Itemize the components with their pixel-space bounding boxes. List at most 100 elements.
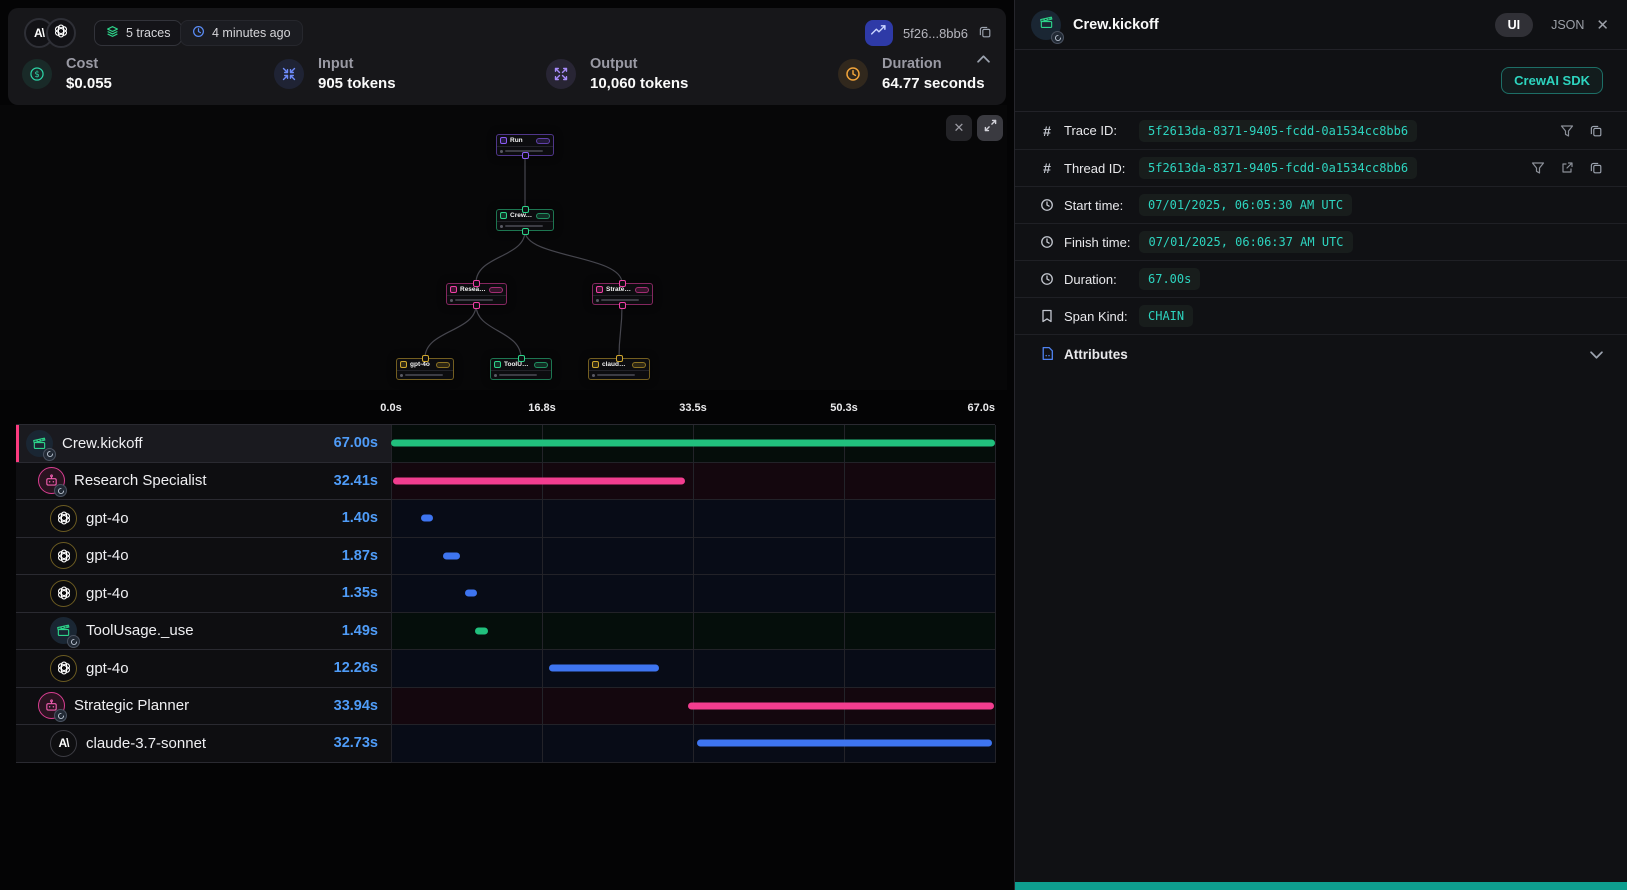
trace-chart-button[interactable]	[865, 20, 893, 46]
span-bar[interactable]	[391, 440, 995, 447]
gridline	[844, 425, 845, 763]
node-connector	[522, 206, 529, 213]
span-bar[interactable]	[697, 740, 992, 747]
stat-label: Duration	[882, 56, 985, 72]
span-name: gpt-4o	[86, 660, 129, 677]
gridline	[995, 425, 996, 763]
field-label: Span Kind:	[1064, 309, 1130, 324]
span-duration: 1.87s	[342, 548, 378, 564]
hash-icon: #	[1039, 160, 1055, 176]
stat-label: Output	[590, 56, 688, 72]
clapper-icon	[494, 361, 501, 368]
waterfall-axis: 0.0s16.8s33.5s50.3s67.0s	[16, 398, 995, 424]
graph-node-label: claude-3.7-sonnet	[602, 361, 629, 368]
panel-close-button[interactable]: ✕	[1596, 16, 1609, 34]
traces-count-badge[interactable]: 5 traces	[94, 20, 182, 46]
graph-node-label: Run	[510, 137, 523, 144]
field-row: # Trace ID: 5f2613da-8371-9405-fcdd-0a15…	[1015, 112, 1627, 149]
stat-label: Input	[318, 56, 396, 72]
span-bar[interactable]	[475, 627, 488, 634]
collapse-chevron-icon[interactable]	[977, 50, 990, 68]
span-duration: 32.73s	[334, 735, 378, 751]
openai-icon	[50, 580, 77, 607]
span-bar[interactable]	[465, 590, 477, 597]
span-bar[interactable]	[393, 477, 685, 484]
graph-node-label: ToolUsage._use	[504, 361, 531, 368]
node-duration-badge	[436, 362, 450, 368]
spark-icon	[500, 137, 507, 144]
arrows-out-icon	[546, 59, 576, 89]
stat-output: Output 10,060 tokens	[546, 56, 688, 92]
waterfall-row[interactable]: gpt-4o 12.26s	[16, 650, 995, 688]
graph-expand-button[interactable]	[977, 115, 1003, 141]
tab-json[interactable]: JSON	[1551, 18, 1584, 32]
external-link-button[interactable]	[1560, 161, 1574, 175]
field-value: 67.00s	[1139, 268, 1200, 290]
copy-button[interactable]	[1589, 124, 1603, 138]
openai-icon	[50, 505, 77, 532]
waterfall-row[interactable]: gpt-4o 1.87s	[16, 538, 995, 576]
stat-cost: $ Cost $0.055	[22, 56, 112, 92]
trace-main-area: A\ 5 traces 4 minutes ago 5f26...8bb6 $ …	[0, 0, 1007, 890]
field-value: 07/01/2025, 06:05:30 AM UTC	[1139, 194, 1352, 216]
field-value: CHAIN	[1139, 305, 1193, 327]
gridline	[391, 425, 392, 763]
span-title: Crew.kickoff	[1073, 17, 1159, 33]
waterfall-row[interactable]: Crew.kickoff 67.00s	[16, 425, 995, 463]
span-bar[interactable]	[421, 515, 434, 522]
span-detail-header: Crew.kickoff UI JSON ✕	[1015, 0, 1627, 49]
waterfall-row[interactable]: gpt-4o 1.40s	[16, 500, 995, 538]
waterfall-row[interactable]: Research Specialist 32.41s	[16, 463, 995, 501]
waterfall-row[interactable]: gpt-4o 1.35s	[16, 575, 995, 613]
waterfall-row[interactable]: ToolUsage._use 1.49s	[16, 613, 995, 651]
span-name: Strategic Planner	[74, 697, 189, 714]
execution-graph: Run Crew.kickoff Research Specialist Str…	[0, 105, 1007, 390]
stat-value: 64.77 seconds	[882, 75, 985, 92]
span-bar[interactable]	[549, 665, 660, 672]
gridline	[693, 425, 694, 763]
graph-node-label: Strategic Planner	[606, 286, 632, 293]
anthropic-icon	[592, 361, 599, 368]
panel-tabs: UI JSON	[1495, 13, 1585, 37]
trace-header-card: A\ 5 traces 4 minutes ago 5f26...8bb6 $ …	[8, 8, 1006, 105]
node-duration-badge	[536, 138, 550, 144]
axis-tick: 33.5s	[679, 402, 707, 414]
axis-tick: 0.0s	[380, 402, 401, 414]
span-name: Crew.kickoff	[62, 435, 143, 452]
span-duration: 12.26s	[334, 660, 378, 676]
copy-button[interactable]	[1589, 161, 1603, 175]
field-row: Start time: 07/01/2025, 06:05:30 AM UTC	[1015, 186, 1627, 223]
axis-tick: 50.3s	[830, 402, 858, 414]
filter-button[interactable]	[1531, 161, 1545, 175]
node-connector	[473, 280, 480, 287]
span-duration: 67.00s	[334, 435, 378, 451]
span-bar[interactable]	[688, 702, 994, 709]
filter-button[interactable]	[1560, 124, 1574, 138]
graph-node-label: gpt-4o	[410, 361, 430, 368]
field-label: Trace ID:	[1064, 123, 1130, 138]
agentops-badge-icon	[1051, 31, 1064, 44]
field-label: Finish time:	[1064, 235, 1130, 250]
stat-value: 10,060 tokens	[590, 75, 688, 92]
crewai-icon	[1031, 10, 1061, 40]
graph-close-button[interactable]: ✕	[946, 115, 972, 141]
chevron-down-icon	[1590, 346, 1603, 364]
tab-ui[interactable]: UI	[1495, 13, 1534, 37]
attributes-label: Attributes	[1064, 347, 1128, 362]
axis-tick: 67.0s	[967, 402, 995, 414]
node-duration-badge	[534, 362, 548, 368]
field-value: 5f2613da-8371-9405-fcdd-0a1534cc8bb6	[1139, 120, 1417, 142]
span-duration: 33.94s	[334, 698, 378, 714]
waterfall-row[interactable]: Strategic Planner 33.94s	[16, 688, 995, 726]
span-bar[interactable]	[443, 552, 460, 559]
waterfall-rows: Crew.kickoff 67.00s Research Specialist …	[16, 424, 995, 763]
openai-icon	[50, 655, 77, 682]
attributes-section-toggle[interactable]: Attributes	[1015, 334, 1627, 374]
waterfall-chart: 0.0s16.8s33.5s50.3s67.0s Crew.kickoff 67…	[16, 398, 995, 763]
copy-trace-id-button[interactable]	[978, 25, 992, 42]
trace-header-row: A\ 5 traces 4 minutes ago 5f26...8bb6	[16, 18, 998, 48]
span-fields: # Trace ID: 5f2613da-8371-9405-fcdd-0a15…	[1015, 112, 1627, 334]
node-connector	[518, 355, 525, 362]
node-connector	[473, 302, 480, 309]
waterfall-row[interactable]: A\ claude-3.7-sonnet 32.73s	[16, 725, 995, 763]
